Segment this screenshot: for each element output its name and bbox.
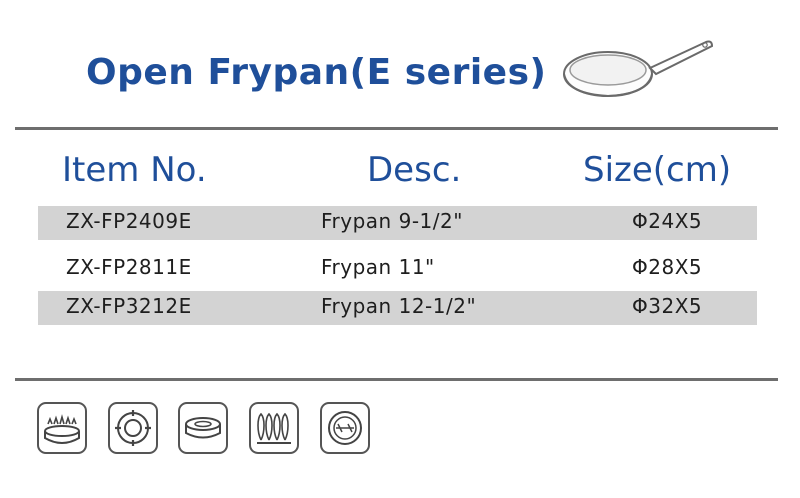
item-number: ZX-FP2409E [66,209,192,233]
page-title: Open Frypan(E series) [86,52,547,93]
table-row: ZX-FP2811E Frypan 11" Φ28X5 [38,252,757,286]
induction-icon [320,402,370,454]
description: Frypan 9-1/2" [321,209,463,233]
size: Φ24X5 [632,209,703,233]
halogen-coil-icon [249,402,299,454]
header-desc: Desc. [367,150,462,190]
table-row: ZX-FP3212E Frypan 12-1/2" Φ32X5 [38,291,757,325]
pan-illustration [563,40,714,98]
top-divider [15,127,778,130]
description: Frypan 11" [321,255,435,279]
item-number: ZX-FP3212E [66,294,192,318]
ceramic-hob-icon [178,402,228,454]
header-size: Size(cm) [583,150,732,190]
gas-stove-icon [37,402,87,454]
size: Φ32X5 [632,294,703,318]
size: Φ28X5 [632,255,703,279]
item-number: ZX-FP2811E [66,255,192,279]
bottom-divider [15,378,778,381]
header-item-no: Item No. [62,150,207,190]
description: Frypan 12-1/2" [321,294,477,318]
electric-plate-icon [108,402,158,454]
table-row: ZX-FP2409E Frypan 9-1/2" Φ24X5 [38,206,757,240]
